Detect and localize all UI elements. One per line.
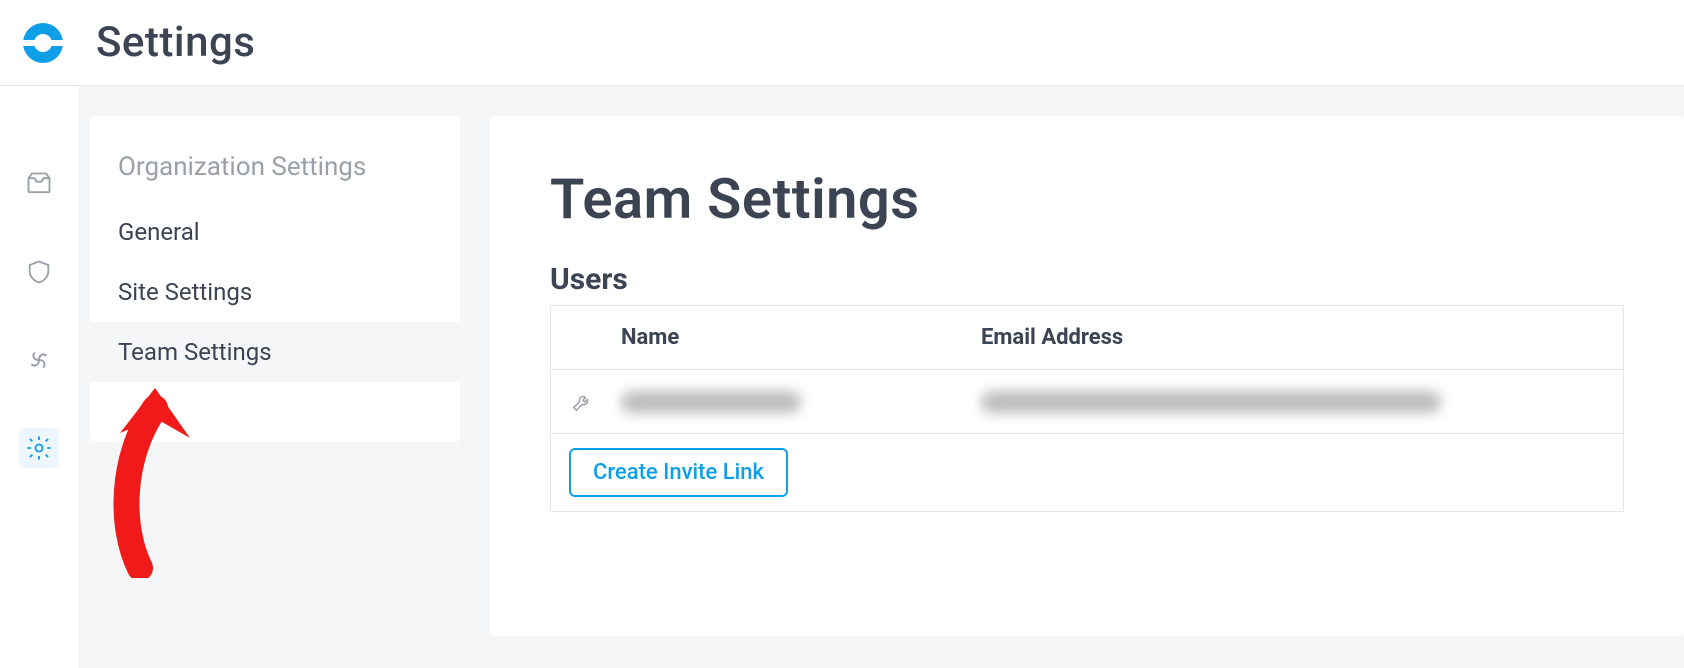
app-logo — [18, 18, 68, 68]
column-header-name: Name — [621, 325, 981, 350]
inbox-icon[interactable] — [19, 164, 59, 204]
user-name-cell — [621, 391, 981, 413]
nav-item-site-settings[interactable]: Site Settings — [90, 262, 460, 322]
header-title: Settings — [96, 18, 255, 67]
column-header-email: Email Address — [981, 325, 1623, 350]
swirl-icon[interactable] — [19, 340, 59, 380]
nav-item-general[interactable]: General — [90, 202, 460, 262]
settings-nav: Organization Settings General Site Setti… — [90, 116, 460, 442]
page-title: Team Settings — [550, 166, 1624, 232]
icon-rail — [0, 86, 78, 668]
users-table: Name Email Address Create Invite Link — [550, 305, 1624, 512]
app-header: Settings — [0, 0, 1684, 86]
nav-item-team-settings[interactable]: Team Settings — [90, 322, 460, 382]
shield-icon[interactable] — [19, 252, 59, 292]
gear-icon[interactable] — [19, 428, 59, 468]
users-heading: Users — [550, 262, 1624, 297]
table-row — [551, 370, 1623, 434]
invite-row: Create Invite Link — [551, 434, 1623, 511]
main-content: Team Settings Users Name Email Address C… — [490, 116, 1684, 636]
settings-nav-heading: Organization Settings — [90, 152, 460, 202]
create-invite-link-button[interactable]: Create Invite Link — [569, 448, 788, 497]
user-email-cell — [981, 391, 1623, 413]
users-table-header: Name Email Address — [551, 306, 1623, 370]
wrench-icon[interactable] — [551, 391, 621, 413]
